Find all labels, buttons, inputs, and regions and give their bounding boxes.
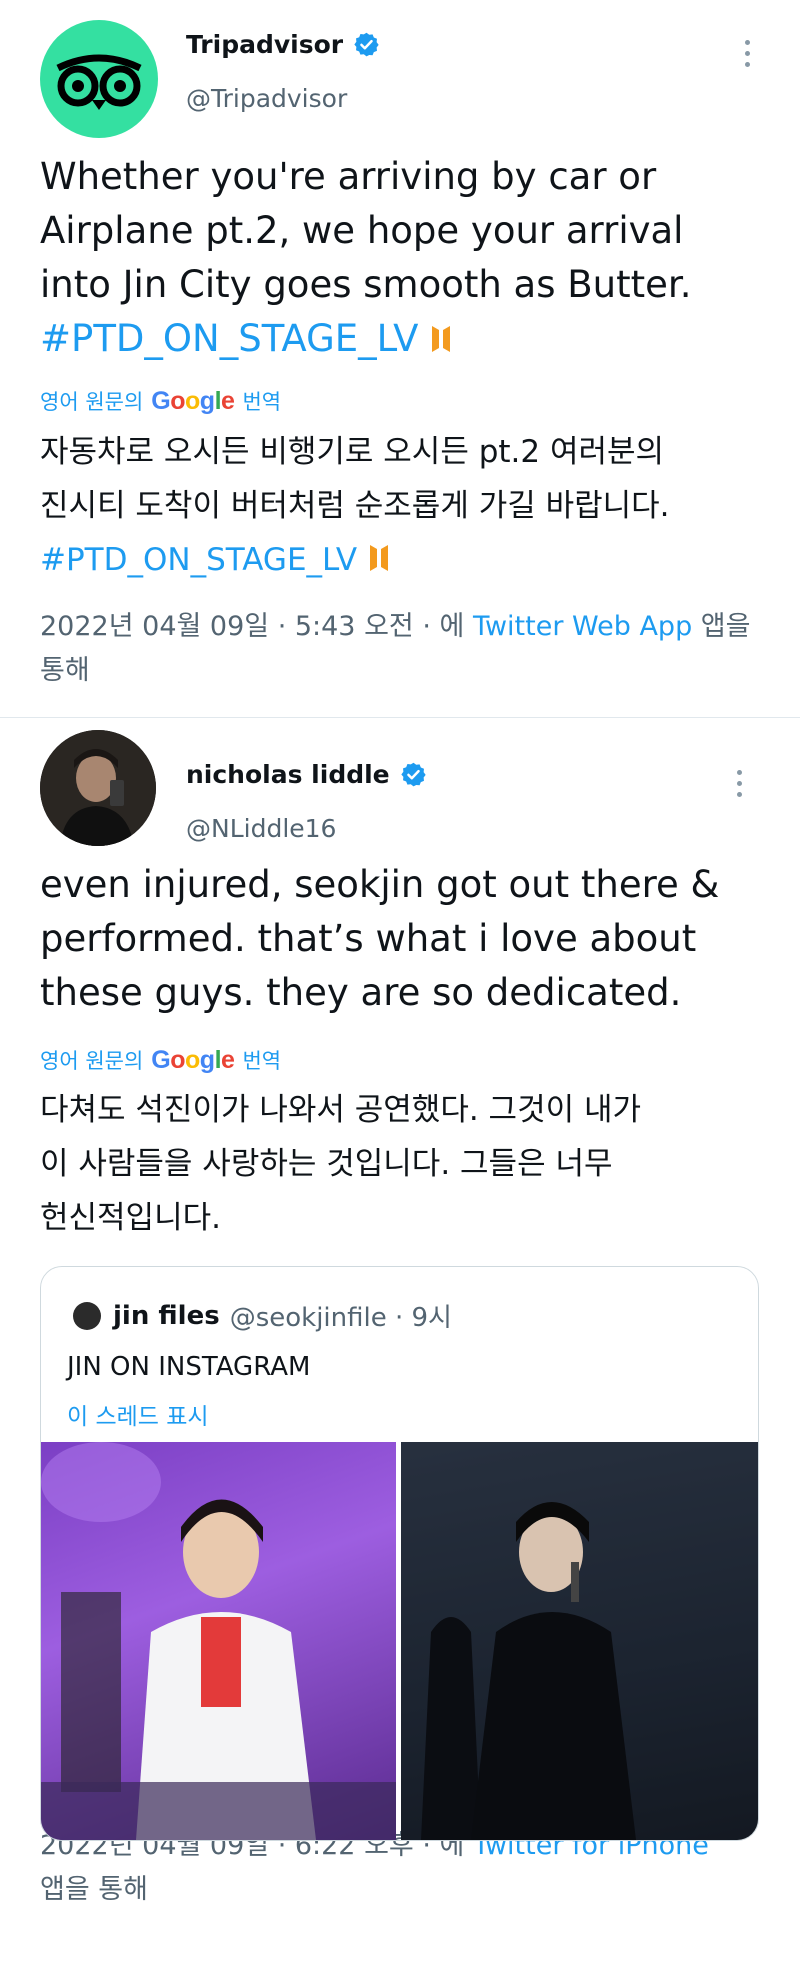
quoted-tweet-card[interactable]: jin files @seokjinfile · 9시 JIN ON INSTA…	[40, 1266, 759, 1841]
hashtag-link[interactable]: #PTD_ON_STAGE_LV	[40, 317, 419, 360]
tweet-tripadvisor[interactable]: Tripadvisor @Tripadvisor Whether you're …	[0, 0, 800, 718]
translated-text: 자동차로 오시든 비행기로 오시든 pt.2 여러분의 진시티 도착이 버터처럼…	[40, 434, 670, 578]
translate-prefix: 영어 원문의	[40, 1049, 144, 1073]
quoted-avatar	[73, 1301, 101, 1330]
author-row[interactable]: Tripadvisor	[186, 30, 380, 59]
translated-text: 다쳐도 석진이가 나와서 공연했다. 그것이 내가 이 사람들을 사랑하는 것입…	[40, 1092, 642, 1236]
tripadvisor-owl-icon	[56, 54, 142, 110]
translate-link[interactable]: 영어 원문의 Google 번역	[40, 386, 281, 416]
profile-photo	[40, 730, 156, 846]
quoted-author-row: jin files @seokjinfile · 9시	[73, 1297, 452, 1334]
author-handle[interactable]: @Tripadvisor	[186, 84, 347, 113]
show-thread-link[interactable]: 이 스레드 표시	[67, 1397, 209, 1431]
author-name[interactable]: nicholas liddle	[186, 760, 390, 789]
verified-badge-icon	[354, 32, 379, 57]
quoted-author-name: jin files	[113, 1300, 220, 1331]
bts-logo-icon	[370, 545, 389, 571]
more-options-icon[interactable]	[745, 40, 750, 67]
tweet-text: even injured, seokjin got out there & pe…	[40, 863, 720, 1014]
author-handle[interactable]: @NLiddle16	[186, 814, 336, 843]
translate-link[interactable]: 영어 원문의 Google 번역	[40, 1045, 281, 1075]
translated-hashtag-link[interactable]: #PTD_ON_STAGE_LV	[40, 542, 357, 578]
quoted-photo-left[interactable]	[41, 1442, 396, 1840]
quoted-photo-right[interactable]	[401, 1442, 758, 1840]
more-options-icon[interactable]	[737, 770, 742, 797]
avatar-nicholas-liddle[interactable]	[40, 730, 156, 846]
performer-black-outfit-image	[401, 1442, 758, 1840]
performer-white-outfit-image	[41, 1442, 396, 1840]
quoted-author-handle: @seokjinfile · 9시	[229, 1303, 452, 1333]
tweet-timestamp: 2022년 04월 09일 · 5:43 오전 · 에 Twitter Web …	[40, 611, 751, 686]
google-logo: Google	[151, 386, 235, 415]
avatar-tripadvisor[interactable]	[40, 20, 158, 138]
google-logo: Google	[151, 1045, 235, 1074]
verified-badge-icon	[400, 762, 426, 787]
translate-prefix: 영어 원문의	[40, 390, 144, 414]
tweet-text: Whether you're arriving by car or Airpla…	[40, 155, 692, 360]
translate-suffix: 번역	[242, 390, 282, 414]
author-name[interactable]: Tripadvisor	[186, 30, 343, 59]
source-app-link[interactable]: Twitter Web App	[473, 611, 692, 642]
quoted-text: JIN ON INSTAGRAM	[67, 1352, 311, 1382]
bts-logo-icon	[431, 326, 450, 352]
translate-suffix: 번역	[242, 1049, 282, 1073]
author-row[interactable]: nicholas liddle	[186, 760, 427, 789]
